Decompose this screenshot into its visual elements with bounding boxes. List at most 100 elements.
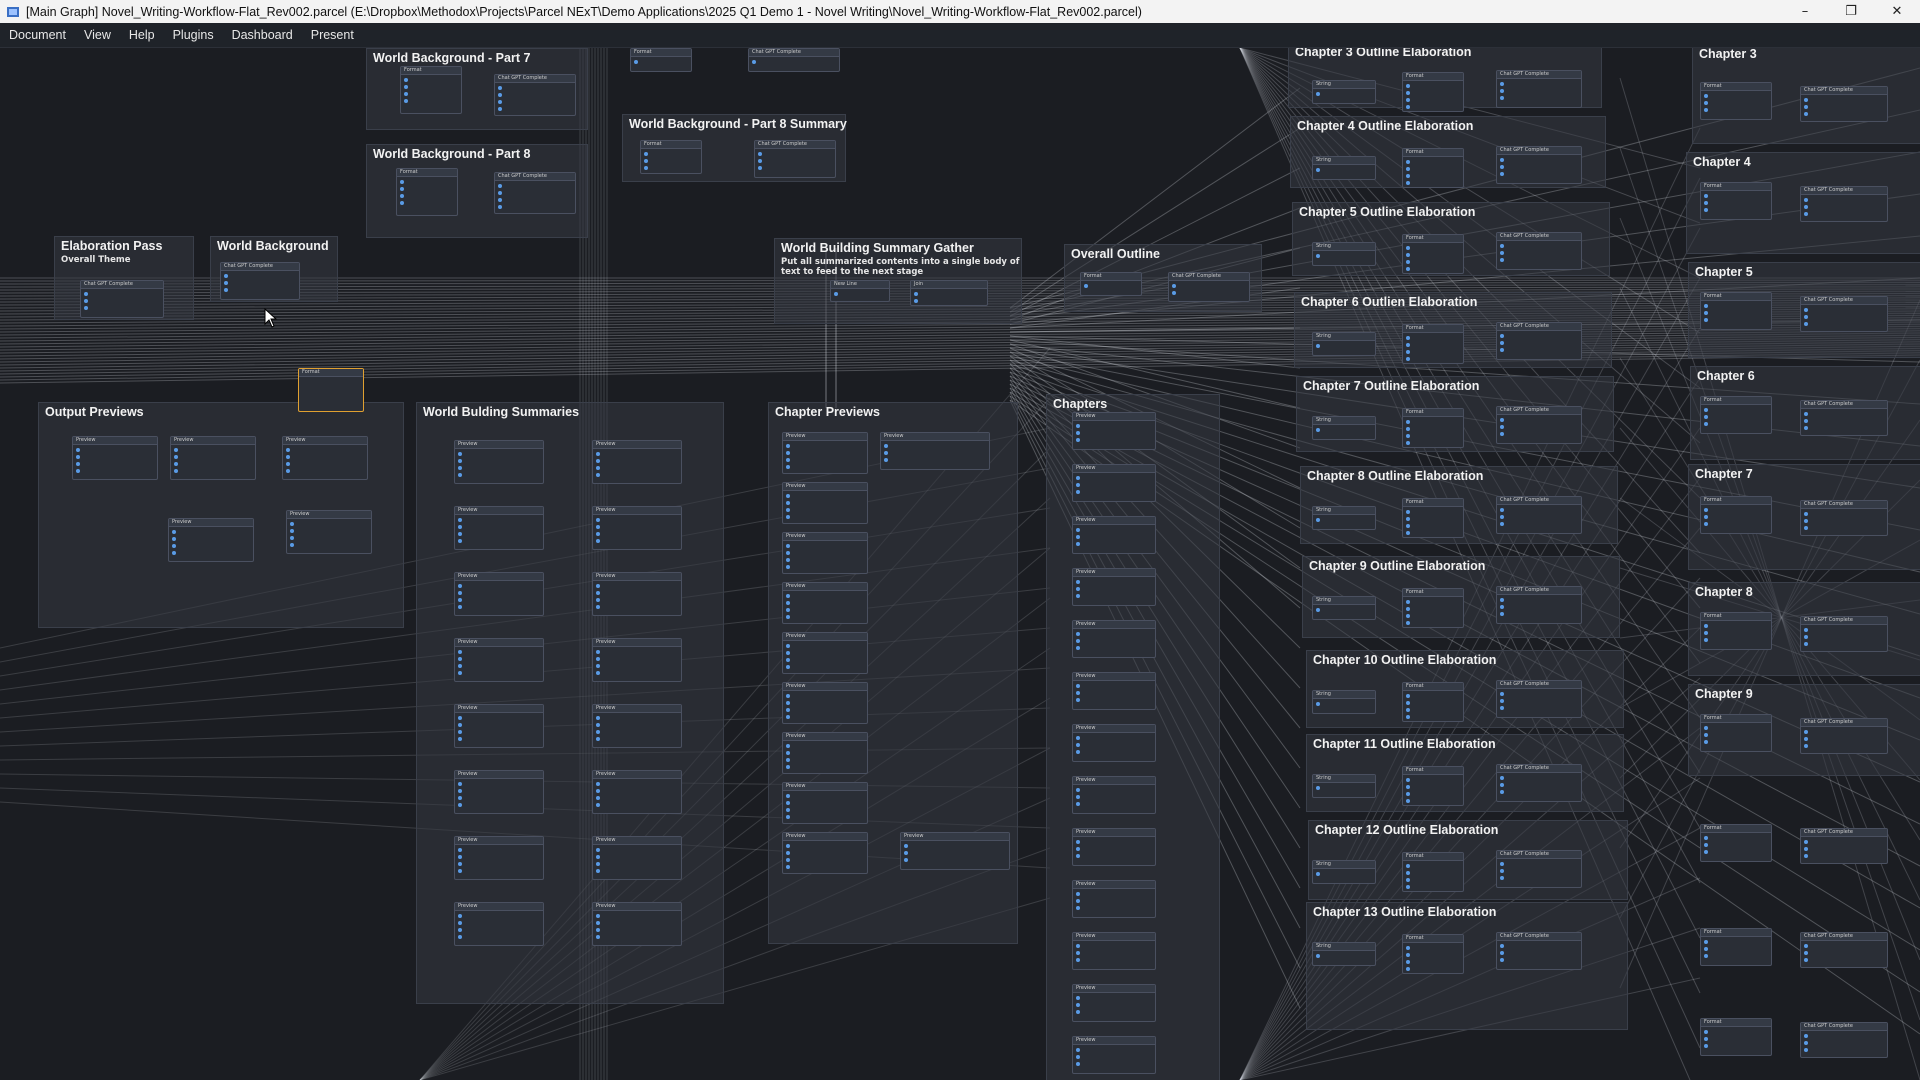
format-node[interactable]: Format (1402, 766, 1464, 806)
chat-gpt-node[interactable]: Chat GPT Complete (1496, 406, 1582, 444)
node-pin[interactable] (498, 205, 502, 209)
node-pin[interactable] (458, 664, 462, 668)
node-pin[interactable] (644, 166, 648, 170)
node-pin[interactable] (1500, 172, 1504, 176)
node-pin[interactable] (596, 796, 600, 800)
node-pin[interactable] (1704, 836, 1708, 840)
preview-node[interactable]: Preview (1072, 776, 1156, 814)
node-pin[interactable] (1406, 253, 1410, 257)
node-pin[interactable] (1804, 308, 1808, 312)
node-pin[interactable] (596, 525, 600, 529)
format-node[interactable]: Format (1700, 182, 1772, 220)
node-pin[interactable] (1500, 605, 1504, 609)
node-pin[interactable] (1804, 198, 1808, 202)
chat-gpt-node[interactable]: Chat GPT Complete (1496, 146, 1582, 184)
node-pin[interactable] (1076, 632, 1080, 636)
chat-gpt-node[interactable]: Chat GPT Complete (80, 280, 164, 318)
preview-node[interactable]: Preview (170, 436, 256, 480)
format-node[interactable]: Format (1700, 928, 1772, 966)
node-pin[interactable] (904, 858, 908, 862)
preview-node[interactable]: Preview (454, 440, 544, 484)
node-pin[interactable] (1076, 535, 1080, 539)
node-pin[interactable] (1704, 638, 1708, 642)
node-pin[interactable] (1804, 737, 1808, 741)
node-pin[interactable] (76, 469, 80, 473)
close-icon[interactable]: ✕ (1874, 0, 1920, 23)
preview-node[interactable]: Preview (592, 440, 682, 484)
node-pin[interactable] (1500, 341, 1504, 345)
node-pin[interactable] (786, 765, 790, 769)
node-pin[interactable] (1406, 792, 1410, 796)
node-pin[interactable] (786, 551, 790, 555)
node-pin[interactable] (786, 565, 790, 569)
preview-node[interactable]: Preview (1072, 828, 1156, 866)
node-pin[interactable] (1704, 94, 1708, 98)
preview-node[interactable]: Preview (782, 682, 868, 724)
node-pin[interactable] (1406, 336, 1410, 340)
node-pin[interactable] (1076, 483, 1080, 487)
node-pin[interactable] (786, 558, 790, 562)
node-pin[interactable] (1076, 587, 1080, 591)
chat-gpt-node[interactable]: Chat GPT Complete (1496, 850, 1582, 888)
node-pin[interactable] (596, 869, 600, 873)
node-pin[interactable] (914, 292, 918, 296)
preview-node[interactable]: Preview (782, 482, 868, 524)
node-pin[interactable] (1076, 788, 1080, 792)
node-pin[interactable] (1704, 522, 1708, 526)
preview-node[interactable]: Preview (1072, 672, 1156, 710)
node-pin[interactable] (596, 716, 600, 720)
node-pin[interactable] (786, 865, 790, 869)
node-pin[interactable] (1804, 105, 1808, 109)
node-pin[interactable] (1704, 624, 1708, 628)
chat-gpt-node[interactable]: Chat GPT Complete (1496, 496, 1582, 534)
node-pin[interactable] (458, 869, 462, 873)
node-pin[interactable] (786, 851, 790, 855)
preview-node[interactable]: Preview (454, 770, 544, 814)
node-pin[interactable] (1172, 284, 1176, 288)
preview-node[interactable]: Preview (282, 436, 368, 480)
node-pin[interactable] (1704, 631, 1708, 635)
node-pin[interactable] (1406, 694, 1410, 698)
node-pin[interactable] (1804, 944, 1808, 948)
preview-node[interactable]: Preview (592, 638, 682, 682)
node-pin[interactable] (1804, 412, 1808, 416)
node-pin[interactable] (1500, 348, 1504, 352)
node-pin[interactable] (786, 844, 790, 848)
node-pin[interactable] (1804, 205, 1808, 209)
node-pin[interactable] (1704, 422, 1708, 426)
format-node[interactable]: Format (1402, 588, 1464, 628)
node-pin[interactable] (1076, 743, 1080, 747)
node-pin[interactable] (1406, 246, 1410, 250)
node-pin[interactable] (596, 671, 600, 675)
node-pin[interactable] (834, 292, 838, 296)
node-pin[interactable] (1076, 691, 1080, 695)
node-pin[interactable] (596, 591, 600, 595)
node-pin[interactable] (786, 751, 790, 755)
node-pin[interactable] (1406, 600, 1410, 604)
node-pin[interactable] (1804, 1034, 1808, 1038)
chat-gpt-node[interactable]: Chat GPT Complete (220, 262, 300, 300)
node-pin[interactable] (1804, 840, 1808, 844)
node-pin[interactable] (1316, 254, 1320, 258)
node-pin[interactable] (1500, 944, 1504, 948)
node-pin[interactable] (1804, 426, 1808, 430)
node-pin[interactable] (498, 191, 502, 195)
node-pin[interactable] (174, 462, 178, 466)
string-node[interactable]: New Line (830, 280, 890, 302)
node-pin[interactable] (458, 723, 462, 727)
node-pin[interactable] (458, 789, 462, 793)
node-pin[interactable] (786, 615, 790, 619)
node-pin[interactable] (458, 657, 462, 661)
node-pin[interactable] (458, 452, 462, 456)
node-pin[interactable] (172, 544, 176, 548)
node-pin[interactable] (1500, 783, 1504, 787)
preview-node[interactable]: Preview (1072, 932, 1156, 970)
node-pin[interactable] (1172, 291, 1176, 295)
format-node[interactable]: Format (1700, 496, 1772, 534)
chat-gpt-node[interactable]: Chat GPT Complete (1496, 680, 1582, 718)
string-node[interactable]: String (1312, 156, 1376, 180)
node-pin[interactable] (786, 501, 790, 505)
string-node[interactable]: String (1312, 80, 1376, 104)
string-node[interactable]: String (1312, 774, 1376, 798)
node-pin[interactable] (458, 518, 462, 522)
